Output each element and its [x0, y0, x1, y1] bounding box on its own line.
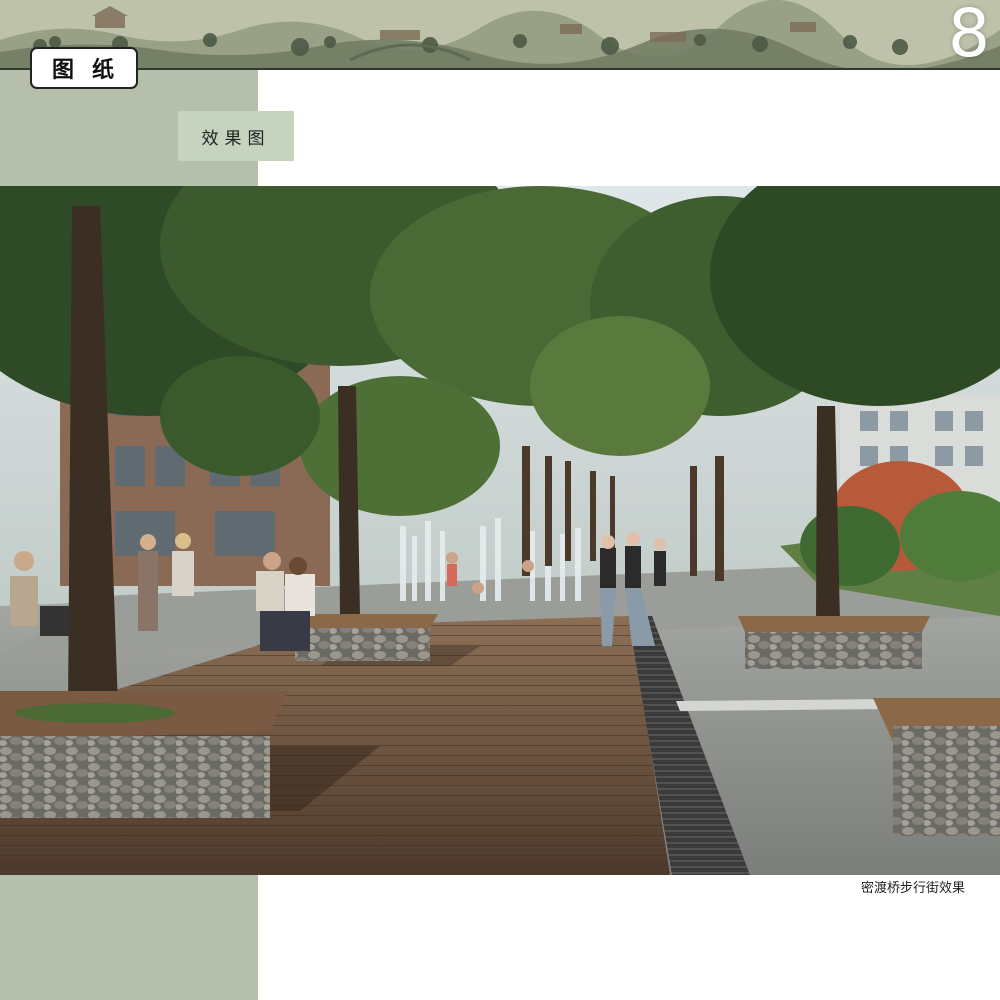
drawing-label: 图纸 — [30, 47, 138, 89]
header-banner: 8 — [0, 0, 1000, 68]
rendering-image — [0, 186, 1000, 875]
section-title: 效果图 — [178, 111, 294, 161]
page-number: 8 — [948, 0, 990, 68]
banner-painting — [0, 0, 1000, 68]
render-caption: 密渡桥步行街效果 — [860, 881, 965, 896]
banner-divider — [0, 68, 1000, 70]
street-rendering — [0, 186, 1000, 875]
